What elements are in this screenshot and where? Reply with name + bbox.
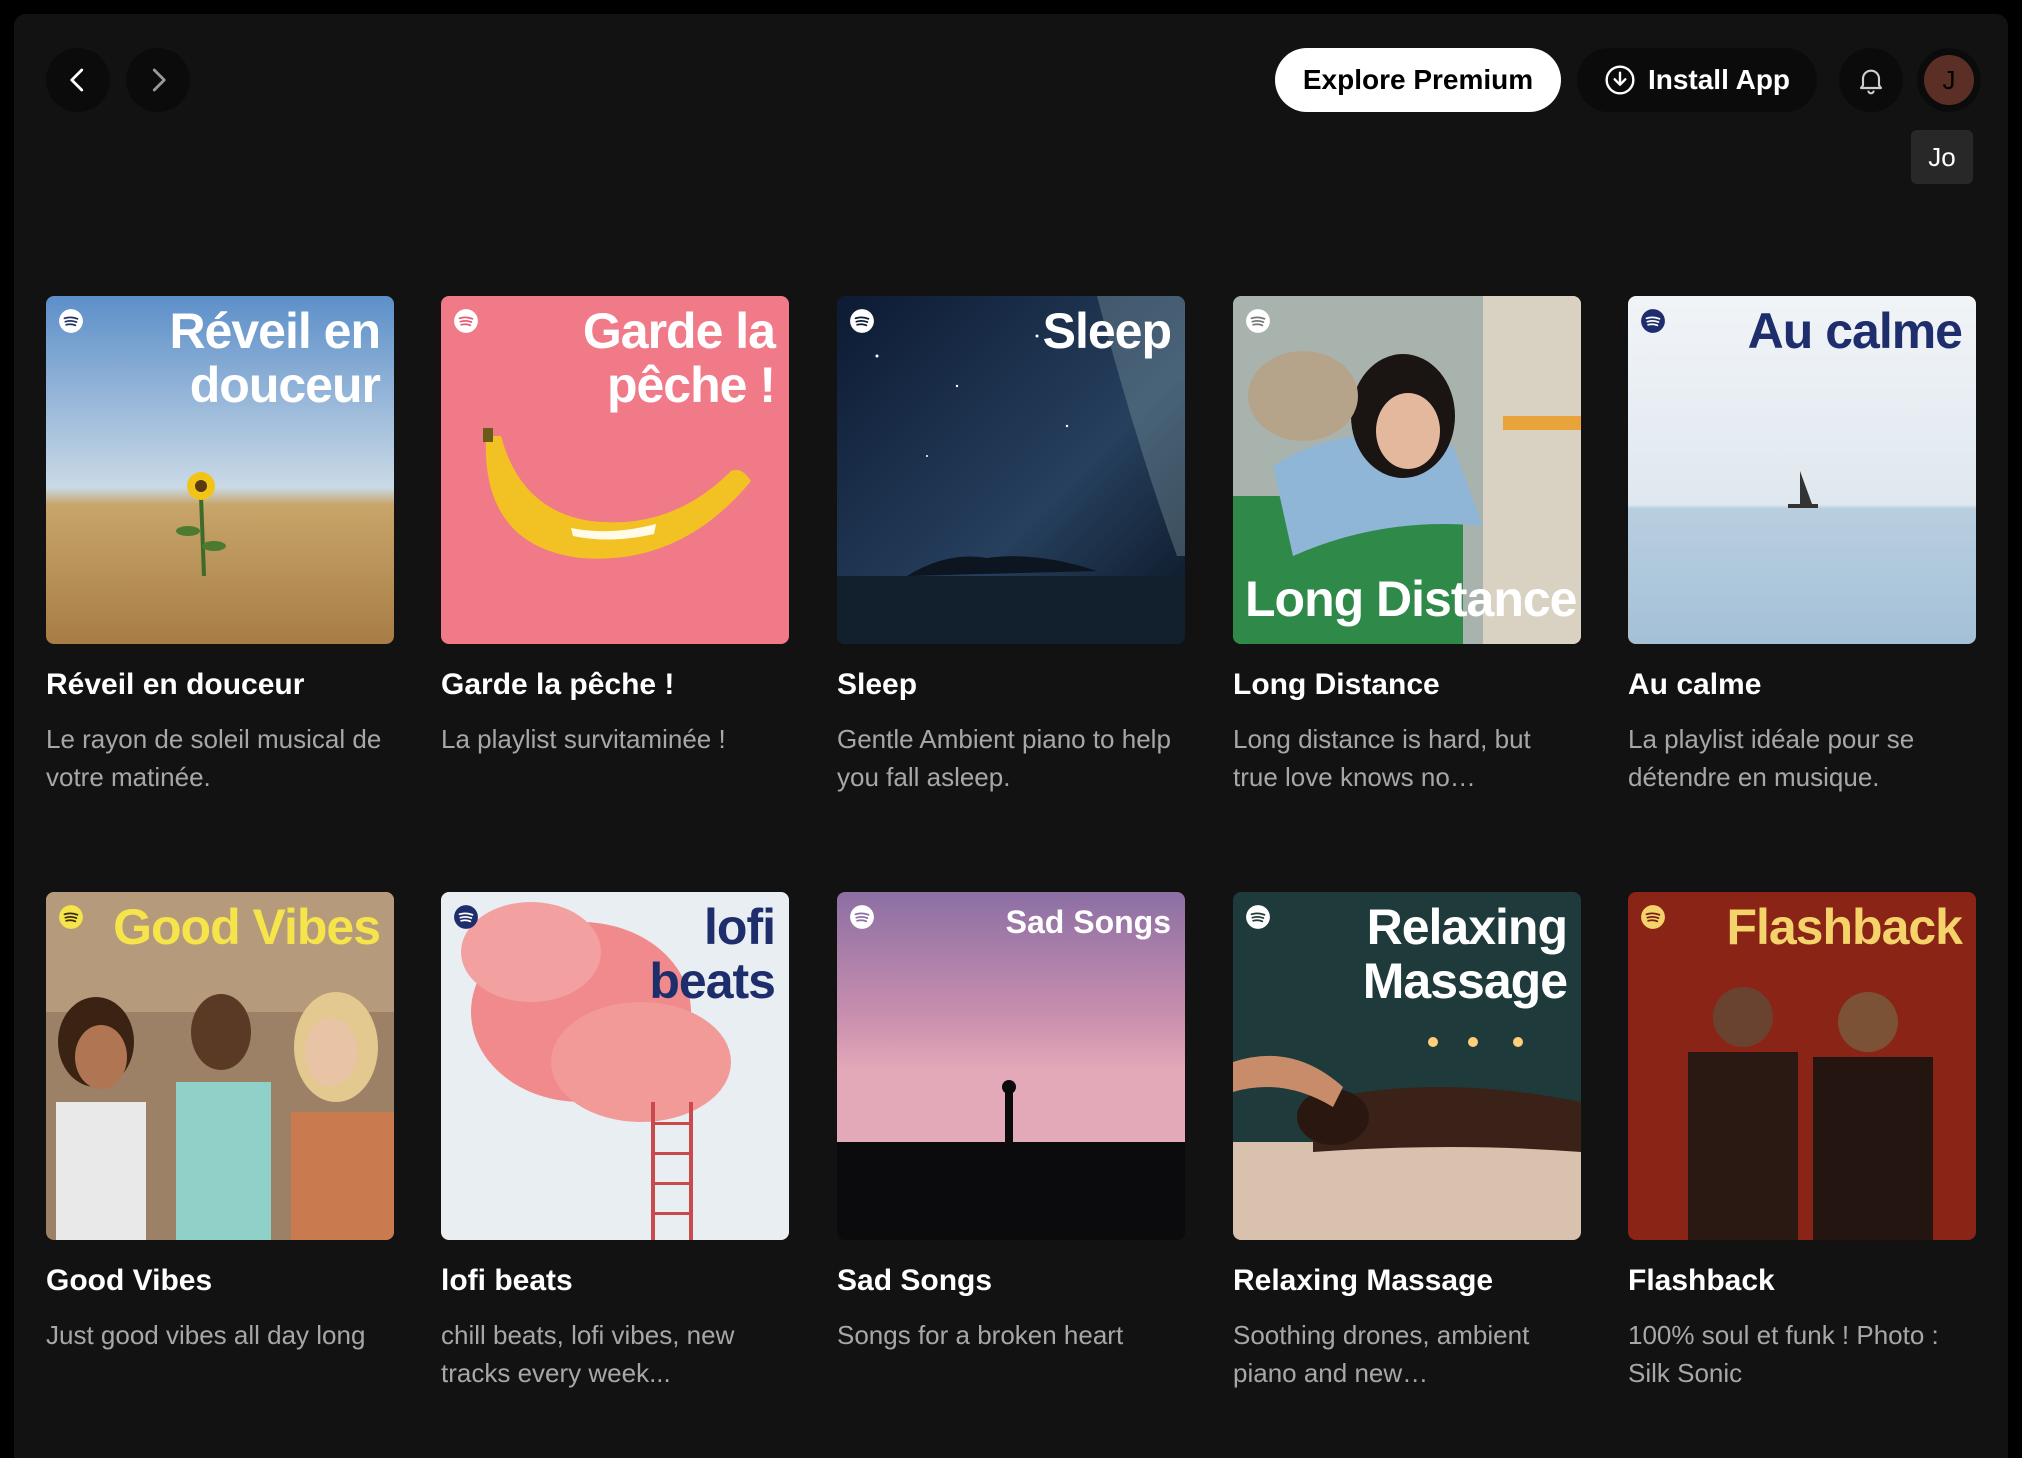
cover-title: Flashback xyxy=(1726,899,1963,955)
playlist-card[interactable]: Au calme Au calme La playlist idéale pou… xyxy=(1628,296,1976,796)
chevron-left-icon xyxy=(70,68,84,92)
cover-title: Au calme xyxy=(1747,303,1963,359)
playlist-title: Sad Songs xyxy=(837,1264,993,1297)
playlist-cover: lofi beats xyxy=(441,892,789,1240)
forward-button[interactable] xyxy=(126,48,190,112)
cover-title: Garde la pêche ! xyxy=(582,303,776,413)
user-tooltip: Jo xyxy=(1911,130,1973,184)
cover-title: Réveil en douceur xyxy=(169,303,381,413)
explore-premium-button[interactable]: Explore Premium xyxy=(1275,48,1561,112)
spotify-logo-icon xyxy=(850,309,874,333)
playlist-card[interactable]: Réveil en douceur Réveil en douceur Le r… xyxy=(46,296,394,796)
playlist-title: lofi beats xyxy=(441,1264,573,1297)
playlist-cover: Long Distance xyxy=(1233,296,1581,644)
cover-title: Sleep xyxy=(1042,303,1172,359)
main-view: Explore Premium Install App J Jo Réveil … xyxy=(14,14,2008,1458)
cover-title: lofi beats xyxy=(649,899,776,1009)
playlist-title: Sleep xyxy=(837,668,918,701)
playlist-title: Au calme xyxy=(1628,668,1762,701)
playlist-title: Flashback xyxy=(1628,1264,1775,1297)
playlist-description: Gentle Ambient piano to help you fall as… xyxy=(837,724,1171,792)
user-menu-button[interactable]: J xyxy=(1917,48,1981,112)
bell-icon xyxy=(1859,69,1883,95)
spotify-logo-icon xyxy=(1641,309,1665,333)
spotify-logo-icon xyxy=(454,905,478,929)
cover-title: Relaxing Massage xyxy=(1362,899,1568,1009)
playlist-card[interactable]: Sleep Sleep Gentle Ambient piano to help… xyxy=(837,296,1185,796)
notifications-button[interactable] xyxy=(1839,48,1903,112)
install-app-label: Install App xyxy=(1647,64,1791,95)
download-circle-icon xyxy=(1605,65,1635,95)
playlist-description: La playlist idéale pour se détendre en m… xyxy=(1628,724,1915,792)
silhouette-dusk-image xyxy=(837,892,1185,1240)
playlist-title: Garde la pêche ! xyxy=(441,668,675,701)
playlist-description: La playlist survitaminée ! xyxy=(441,724,726,754)
avatar: J xyxy=(1924,55,1974,105)
cover-title: Sad Songs xyxy=(1005,904,1171,940)
playlist-cover: Good Vibes xyxy=(46,892,394,1240)
chevron-right-icon xyxy=(152,68,166,92)
playlist-cover: Relaxing Massage xyxy=(1233,892,1581,1240)
playlist-title: Réveil en douceur xyxy=(46,668,305,701)
playlist-description: 100% soul et funk ! Photo : Silk Sonic xyxy=(1628,1320,1939,1388)
playlist-card[interactable]: Flashback Flashback 100% soul et funk ! … xyxy=(1628,892,1976,1392)
playlist-card[interactable]: Sad Songs Sad Songs Songs for a broken h… xyxy=(837,892,1185,1354)
playlist-description: Soothing drones, ambient piano and new… xyxy=(1233,1320,1530,1388)
playlist-cover: Réveil en douceur xyxy=(46,296,394,644)
playlist-description: Songs for a broken heart xyxy=(837,1320,1124,1350)
playlist-card[interactable]: Relaxing Massage Relaxing Massage Soothi… xyxy=(1233,892,1581,1392)
playlist-title: Good Vibes xyxy=(46,1264,213,1297)
playlist-description: Long distance is hard, but true love kno… xyxy=(1233,724,1531,792)
playlist-cover: Au calme xyxy=(1628,296,1976,644)
playlist-title: Long Distance xyxy=(1233,668,1440,701)
playlist-description: Le rayon de soleil musical de votre mati… xyxy=(46,724,382,792)
spotify-logo-icon xyxy=(1641,905,1665,929)
playlist-cover: Flashback xyxy=(1628,892,1976,1240)
spotify-logo-icon xyxy=(850,905,874,929)
spotify-logo-icon xyxy=(1246,309,1270,333)
playlist-cover: Sad Songs xyxy=(837,892,1185,1240)
playlist-description: chill beats, lofi vibes, new tracks ever… xyxy=(441,1320,735,1388)
playlist-card[interactable]: lofi beats lofi beats chill beats, lofi … xyxy=(441,892,789,1392)
playlist-cover: Sleep xyxy=(837,296,1185,644)
cover-title: Good Vibes xyxy=(113,899,381,955)
cover-title: Long Distance xyxy=(1245,571,1577,627)
playlist-cover: Garde la pêche ! xyxy=(441,296,789,644)
playlist-description: Just good vibes all day long xyxy=(46,1320,366,1350)
spotify-logo-icon xyxy=(59,905,83,929)
playlist-card[interactable]: Long Distance Long Distance Long distanc… xyxy=(1233,296,1581,796)
install-app-button[interactable]: Install App xyxy=(1577,48,1817,112)
playlist-title: Relaxing Massage xyxy=(1233,1264,1494,1297)
back-button[interactable] xyxy=(46,48,110,112)
playlist-card[interactable]: Good Vibes Good Vibes Just good vibes al… xyxy=(46,892,394,1354)
playlist-card[interactable]: Garde la pêche ! Garde la pêche ! La pla… xyxy=(441,296,789,758)
